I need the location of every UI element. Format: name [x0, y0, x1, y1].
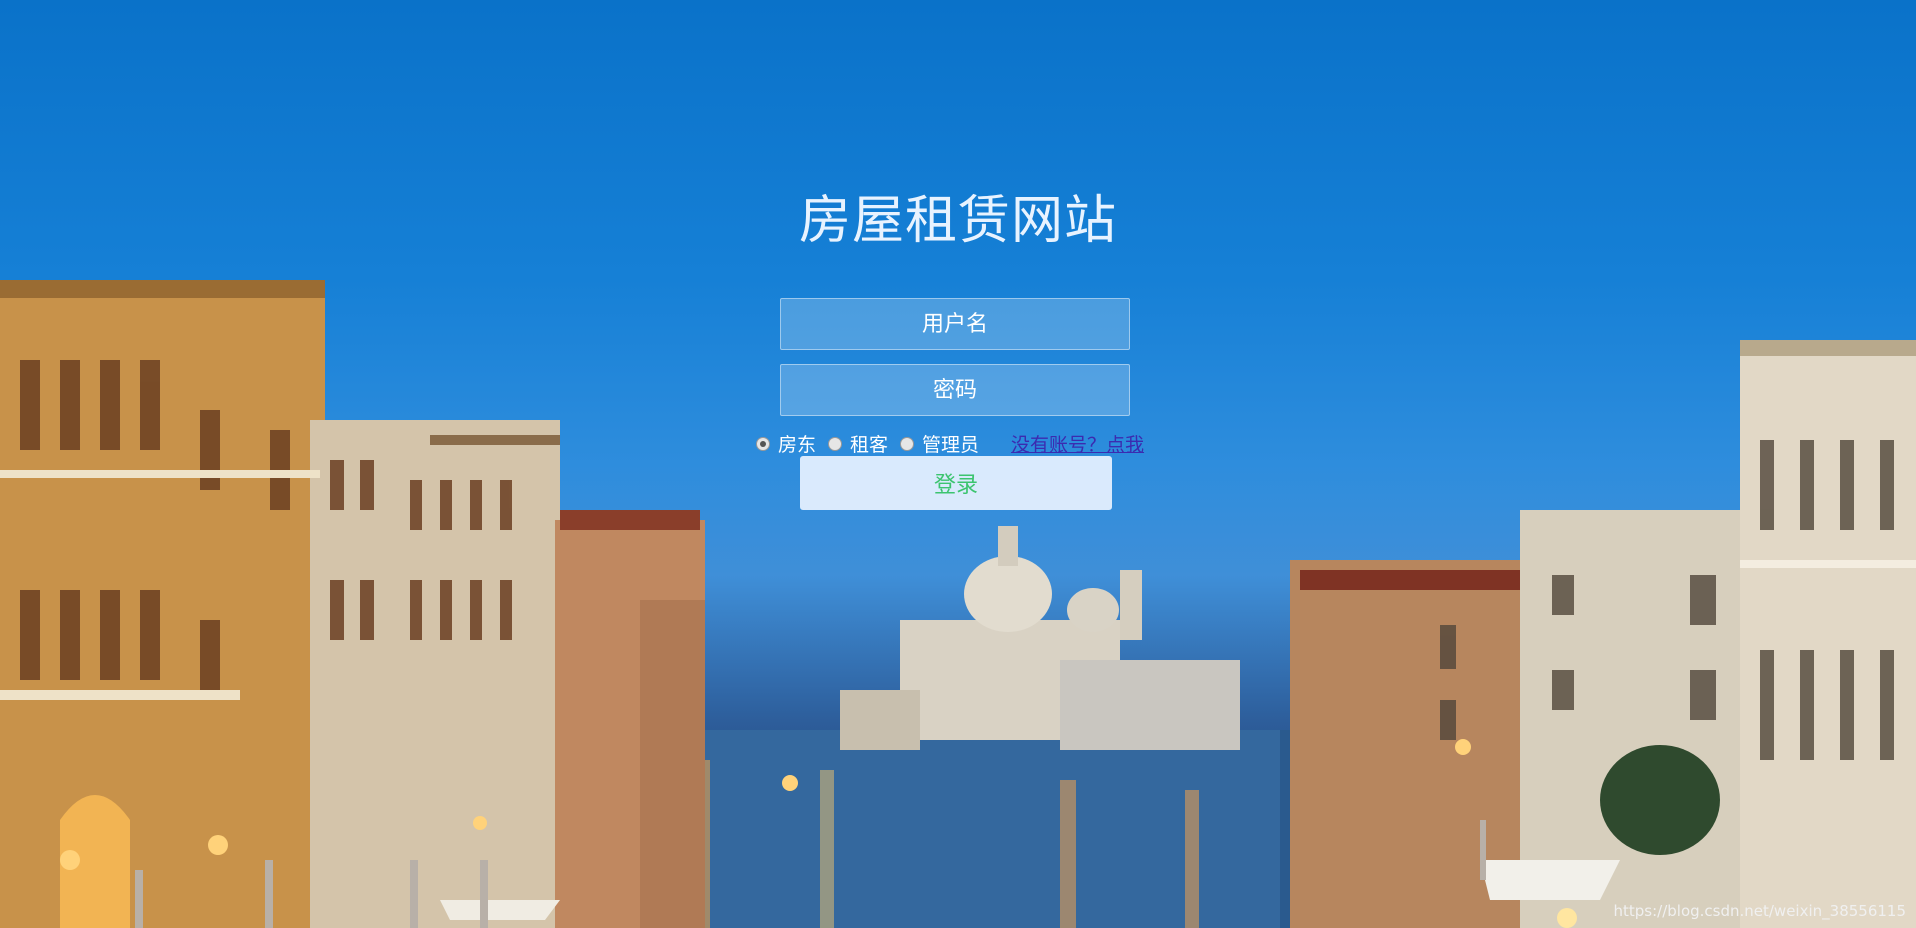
- watermark-text: https://blog.csdn.net/weixin_38556115: [1613, 902, 1906, 920]
- login-button[interactable]: 登录: [800, 456, 1112, 510]
- username-input[interactable]: [780, 298, 1130, 350]
- password-input[interactable]: [780, 364, 1130, 416]
- role-admin[interactable]: 管理员: [900, 430, 979, 457]
- admin-radio[interactable]: [900, 436, 915, 451]
- register-link[interactable]: 没有账号？点我: [1011, 430, 1144, 457]
- tenant-radio[interactable]: [828, 436, 843, 451]
- landlord-radio[interactable]: [756, 436, 770, 451]
- role-tenant[interactable]: 租客: [828, 430, 888, 457]
- role-tenant-label: 租客: [850, 434, 889, 456]
- role-landlord[interactable]: 房东: [756, 430, 816, 457]
- login-page: 房屋租赁网站 房东 租客 管理员 没有账号？点我 登录 https://blog…: [0, 0, 1916, 928]
- role-selector: 房东 租客 管理员 没有账号？点我: [756, 430, 1144, 457]
- site-title: 房屋租赁网站: [798, 191, 1117, 251]
- role-admin-label: 管理员: [922, 434, 980, 456]
- role-landlord-label: 房东: [778, 434, 817, 456]
